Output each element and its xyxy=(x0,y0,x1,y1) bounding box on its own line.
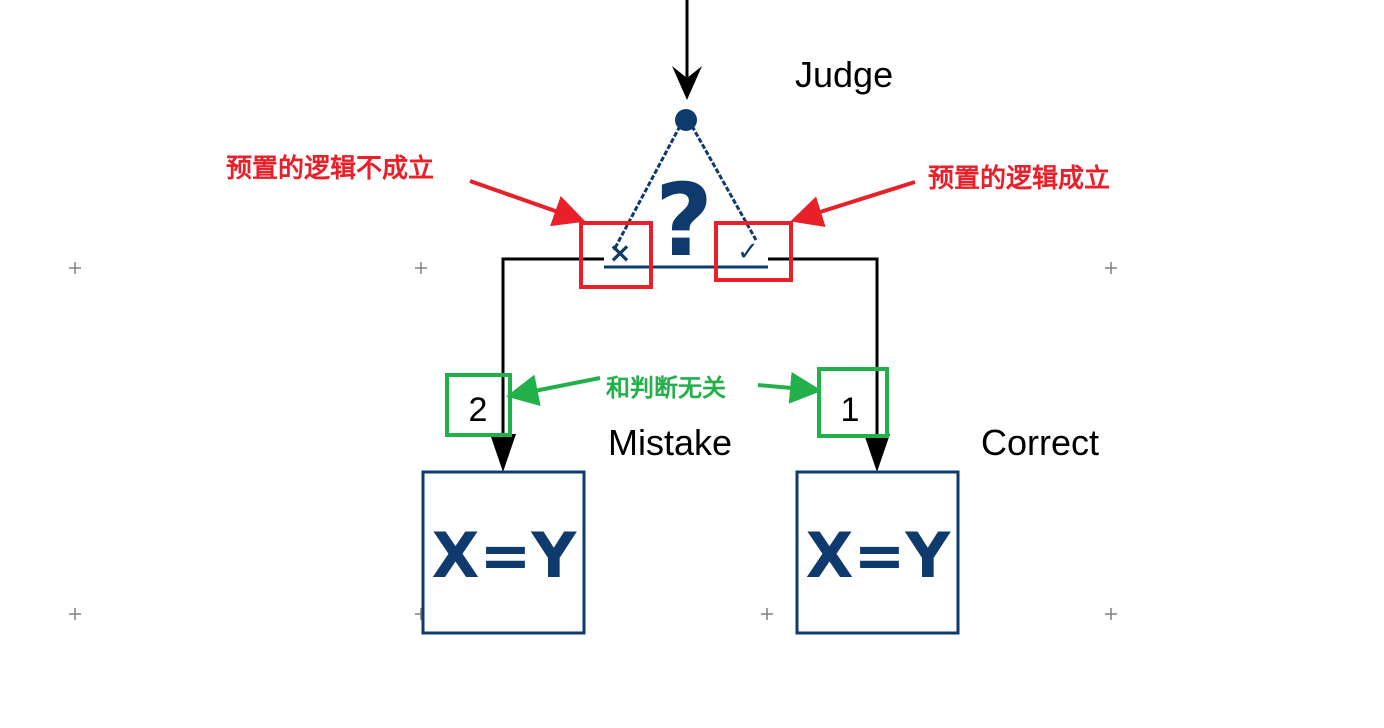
true-note-arrow xyxy=(790,180,916,228)
grid-markers xyxy=(69,262,1117,620)
svg-text:X=Y: X=Y xyxy=(432,519,578,592)
judge-label: Judge xyxy=(795,54,893,95)
question-mark-icon: ? xyxy=(655,162,713,279)
flow-diagram: ? × ✓ Judge 预置的逻辑不成立 预置的逻辑成立 2 1 和判断无关 M… xyxy=(69,0,1117,635)
check-icon: ✓ xyxy=(737,237,759,267)
mistake-label: Mistake xyxy=(608,422,732,463)
order-note-arrow-right xyxy=(757,371,822,404)
decision-block[interactable]: ? × ✓ xyxy=(604,109,768,279)
cross-icon: × xyxy=(608,236,631,269)
svg-text:X=Y: X=Y xyxy=(806,519,952,592)
correct-label: Correct xyxy=(981,422,1099,463)
true-branch-wire xyxy=(768,257,890,472)
assign-block-mistake[interactable]: X=Y xyxy=(421,470,586,635)
true-order-number: 1 xyxy=(841,391,860,429)
order-note: 和判断无关 xyxy=(606,374,726,402)
false-order-number: 2 xyxy=(469,391,488,429)
assign-block-correct[interactable]: X=Y xyxy=(795,470,960,635)
true-note: 预置的逻辑成立 xyxy=(928,163,1110,194)
order-note-arrow-left xyxy=(506,374,601,407)
false-branch-wire xyxy=(490,257,604,472)
false-note: 预置的逻辑不成立 xyxy=(226,153,434,184)
incoming-wire xyxy=(672,0,702,100)
false-note-arrow xyxy=(469,179,586,227)
